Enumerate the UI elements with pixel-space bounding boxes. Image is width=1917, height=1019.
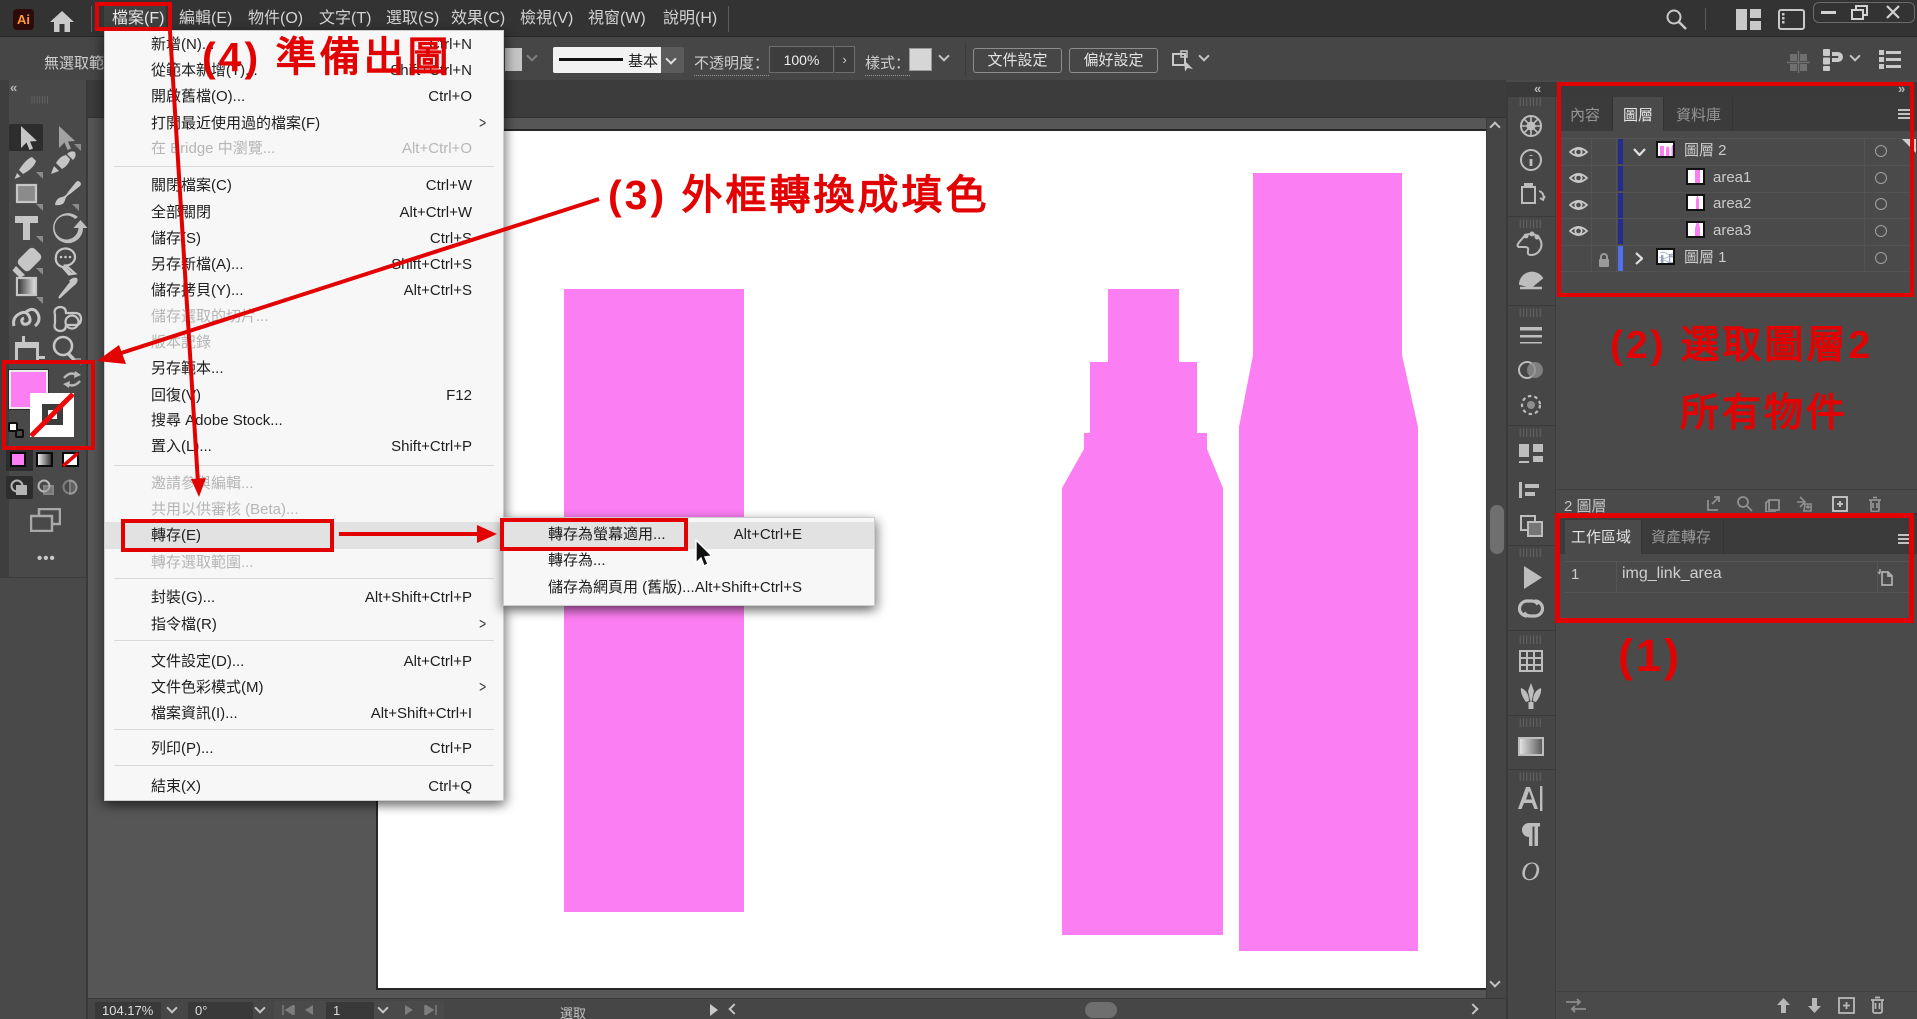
svg-text:O: O [1521,857,1540,886]
